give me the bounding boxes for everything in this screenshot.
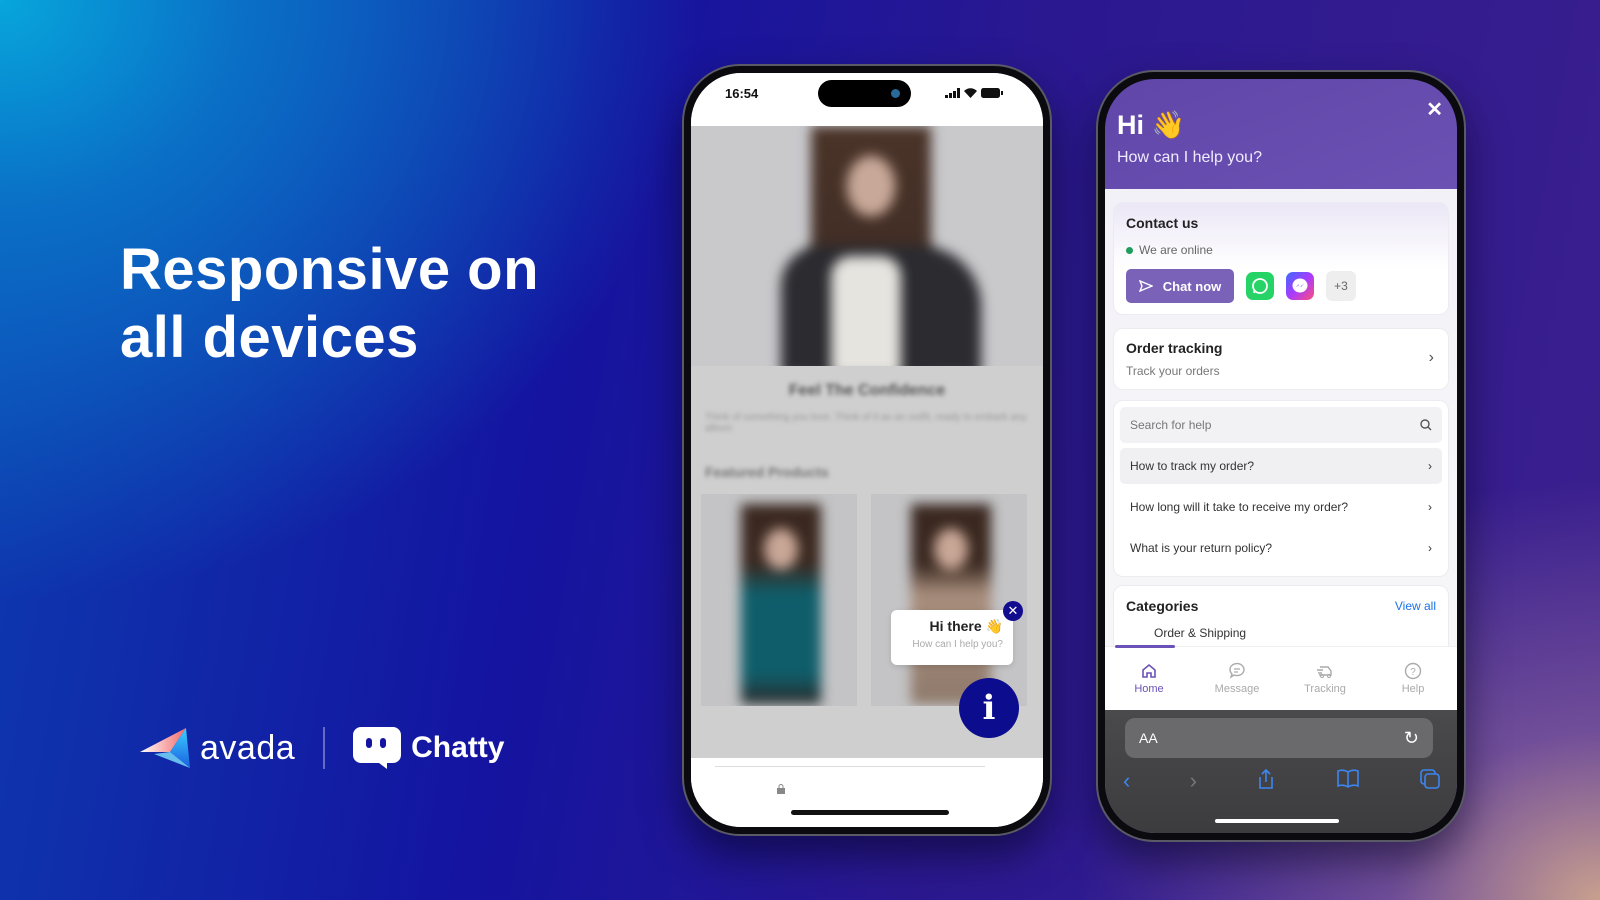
status-time: 16:54 [725,86,759,101]
browser-bottom-bar [691,758,1043,827]
wifi-icon [964,88,977,98]
greeting: Hi 👋 [1117,110,1186,140]
bubble-subtitle: How can I help you? [912,639,1003,650]
faq-text: What is your return policy? [1130,541,1273,555]
tab-message[interactable]: Message [1202,662,1272,695]
tab-label: Message [1214,683,1260,695]
send-icon [1138,280,1153,292]
search-placeholder: Search for help [1130,418,1212,432]
text-size-button[interactable]: AA [1139,730,1158,746]
status-bar: 16:54 [691,73,1043,126]
contact-title: Contact us [1126,215,1199,231]
bubble-title: Hi there 👋 [929,618,1003,634]
chat-widget-screen: ✕ Hi 👋 How can I help you? Contact us We… [1105,79,1457,833]
home-icon [1142,663,1156,678]
truck-icon [1317,666,1332,678]
chatty-logo-icon [353,727,402,769]
close-bubble-button[interactable]: ✕ [1003,601,1023,621]
home-indicator [791,810,949,815]
search-input[interactable]: Search for help [1120,407,1442,443]
help-search-card: Search for help How to track my order? › … [1113,400,1449,577]
faq-item[interactable]: How to track my order? › [1120,448,1442,484]
online-dot-icon [1126,246,1133,254]
signal-icon [945,88,960,98]
chevron-right-icon: › [1428,541,1432,555]
chat-now-label: Chat now [1162,278,1222,294]
back-icon[interactable]: ‹ [1123,768,1130,794]
tabs-icon[interactable] [1419,768,1441,790]
tab-label: Home [1134,683,1164,695]
view-all-link[interactable]: View all [1395,599,1436,613]
phone-chat-widget: ✕ Hi 👋 How can I help you? Contact us We… [1096,70,1466,842]
address-bar[interactable]: AA ↻ [1125,718,1433,758]
store-title: Feel The Confidence [788,382,946,399]
forward-icon[interactable]: › [1190,768,1197,794]
order-tracking-subtitle: Track your orders [1126,364,1220,378]
reload-icon[interactable]: ↻ [1404,728,1419,749]
faq-text: How to track my order? [1130,459,1255,473]
online-status-text: We are online [1139,243,1213,257]
chevron-right-icon: › [1428,500,1432,514]
avada-wordmark: avada [200,728,296,767]
home-indicator [1215,819,1339,823]
search-icon [1420,419,1432,431]
hero-image [691,126,1043,366]
whatsapp-icon[interactable] [1246,272,1274,300]
faq-text: How long will it take to receive my orde… [1130,500,1349,514]
bookmarks-icon[interactable] [1336,768,1360,788]
message-icon [1229,662,1245,679]
product-card[interactable] [871,494,1027,706]
tab-label: Help [1401,683,1425,695]
status-icons [945,88,1003,98]
chevron-right-icon: › [1428,459,1432,473]
featured-heading: Featured Products [705,464,829,480]
chat-greeting-bubble[interactable]: Hi there 👋 How can I help you? [891,610,1013,665]
close-icon[interactable]: ✕ [1426,97,1443,122]
svg-text:?: ? [1410,667,1416,678]
dynamic-island [818,80,911,107]
order-tracking-title: Order tracking [1126,340,1223,356]
chat-launcher-info-button[interactable]: i [959,678,1019,738]
bottom-tab-bar: Home Message Tracking ? Help [1105,646,1457,710]
logo-divider [323,727,326,769]
more-channels-button[interactable]: +3 [1326,271,1356,301]
contact-card: Contact us We are online Chat now +3 [1113,202,1449,315]
avada-logo-icon [140,728,190,768]
brand-logos: avada Chatty [140,726,504,770]
safari-toolbar: AA ↻ ‹ › [1105,710,1457,833]
lock-icon [777,784,785,794]
faq-item[interactable]: How long will it take to receive my orde… [1120,489,1442,525]
faq-item[interactable]: What is your return policy? › [1120,530,1442,566]
active-tab-indicator [1115,645,1175,648]
headline-line-2: all devices [120,305,419,370]
chat-now-button[interactable]: Chat now [1126,269,1234,303]
storefront-screen: 16:54 Feel The Confidence Think of somet… [691,73,1043,827]
product-card[interactable] [701,494,857,706]
categories-title: Categories [1126,598,1199,614]
chatty-wordmark: Chatty [411,731,505,764]
headline: Responsive on all devices [120,236,539,372]
online-status: We are online [1126,243,1436,257]
battery-icon [981,88,1003,98]
store-description: Think of something you love. Think of it… [705,412,1027,434]
headline-line-1: Responsive on [120,237,540,302]
chevron-right-icon: › [1428,349,1434,366]
order-tracking-card[interactable]: Order tracking Track your orders › [1113,328,1449,390]
greeting-subtitle: How can I help you? [1117,149,1262,166]
tab-label: Tracking [1304,683,1346,695]
tab-home[interactable]: Home [1114,662,1184,695]
tab-tracking[interactable]: Tracking [1290,662,1360,695]
category-item[interactable]: Order & Shipping [1126,626,1436,640]
phone-storefront: 16:54 Feel The Confidence Think of somet… [682,64,1052,836]
share-icon[interactable] [1256,768,1276,790]
tab-help[interactable]: ? Help [1378,662,1448,695]
help-icon: ? [1404,662,1422,680]
messenger-icon[interactable] [1286,272,1314,300]
